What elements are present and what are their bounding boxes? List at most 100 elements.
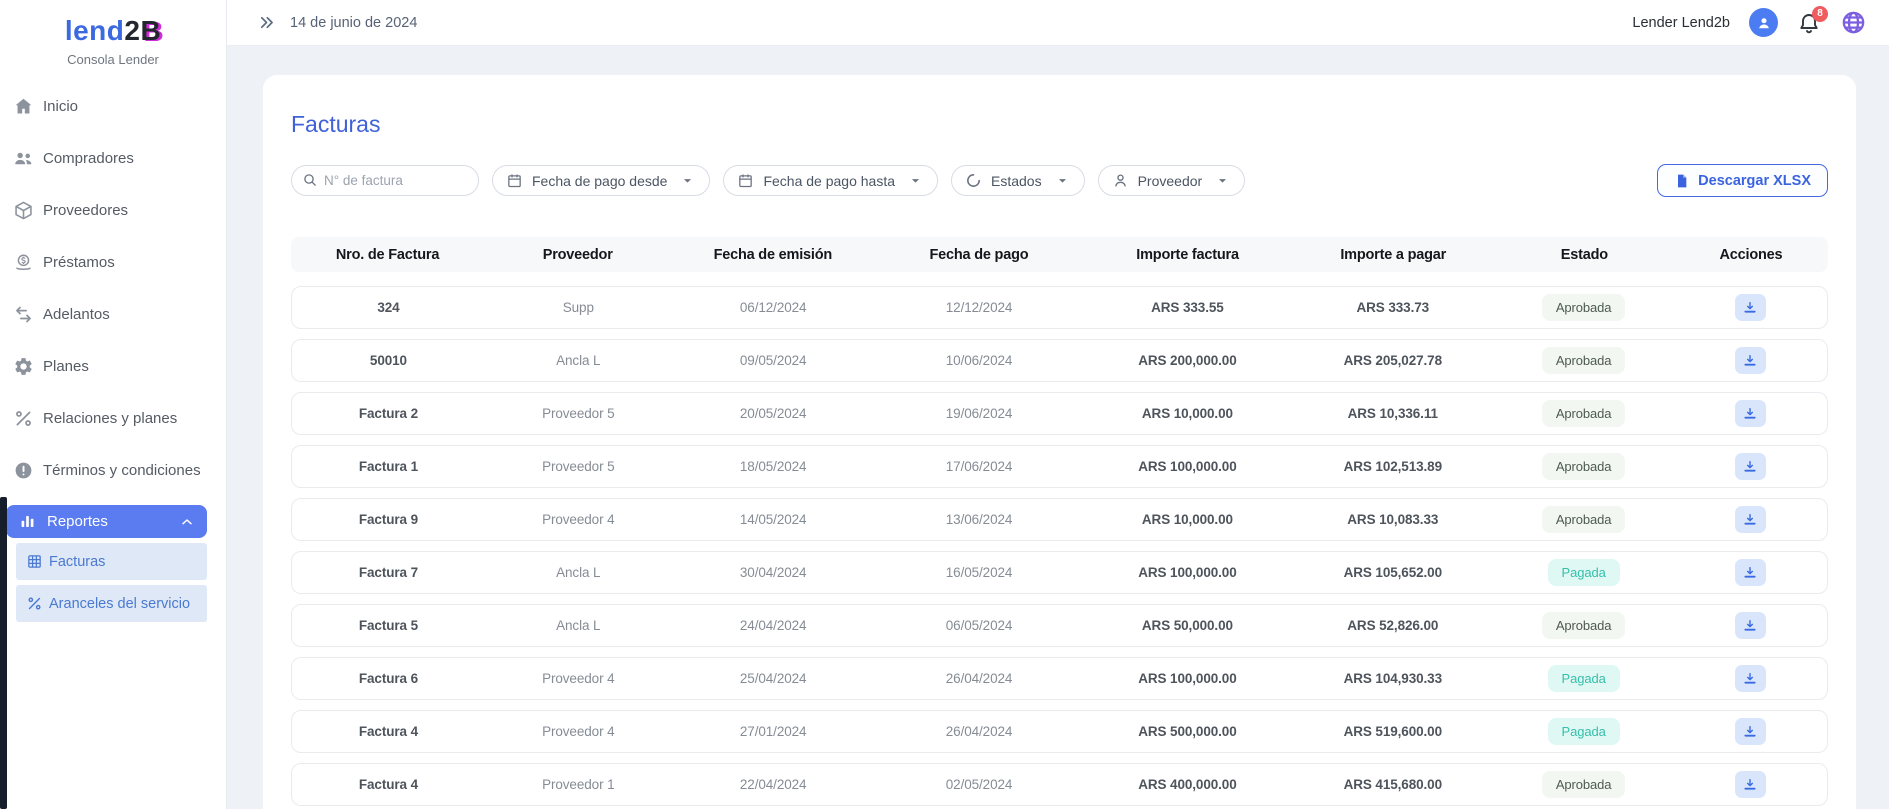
filter-fecha-de-pago-desde[interactable]: Fecha de pago desde <box>492 165 710 196</box>
sidebar-item-label: Adelantos <box>43 306 110 323</box>
cell-nro-factura: Factura 7 <box>292 565 485 580</box>
logo-part-lend: lend <box>65 15 125 46</box>
cell-nro-factura: Factura 4 <box>292 777 485 792</box>
column-header-estado: Estado <box>1495 247 1674 263</box>
download-row-button[interactable] <box>1735 347 1766 374</box>
cell-importe-pagar: ARS 102,513.89 <box>1291 459 1494 474</box>
cell-nro-factura: Factura 6 <box>292 671 485 686</box>
filter-row: Fecha de pago desde Fecha de pago hasta Es… <box>291 164 1828 197</box>
status-badge: Aprobada <box>1542 506 1626 533</box>
cube-icon <box>13 200 34 221</box>
sidebar-scrollbar[interactable] <box>0 497 7 809</box>
download-row-button[interactable] <box>1735 612 1766 639</box>
logo-part-2: 2 <box>124 15 140 46</box>
download-row-button[interactable] <box>1735 665 1766 692</box>
cell-fecha-emision: 09/05/2024 <box>672 353 875 368</box>
download-row-button[interactable] <box>1735 294 1766 321</box>
sidebar-item-label: Préstamos <box>43 254 115 271</box>
sidebar-subitem-label: Aranceles del servicio <box>49 596 190 612</box>
cell-importe-factura: ARS 100,000.00 <box>1083 671 1291 686</box>
person-icon <box>1755 14 1773 32</box>
sidebar-subitem-aranceles-del-servicio[interactable]: Aranceles del servicio <box>16 585 207 622</box>
cell-importe-factura: ARS 10,000.00 <box>1083 406 1291 421</box>
user-label: Lender Lend2b <box>1632 15 1730 31</box>
download-icon <box>1742 565 1758 581</box>
download-xlsx-label: Descargar XLSX <box>1698 173 1811 189</box>
cell-fecha-pago: 19/06/2024 <box>875 406 1084 421</box>
sidebar-item-relaciones-y-planes[interactable]: Relaciones y planes <box>0 392 226 444</box>
cell-proveedor: Proveedor 5 <box>485 459 672 474</box>
filter-proveedor[interactable]: Proveedor <box>1098 165 1246 196</box>
sidebar: lend2B Consola Lender InicioCompradoresP… <box>0 0 227 809</box>
sidebar-item-proveedores[interactable]: Proveedores <box>0 184 226 236</box>
download-icon <box>1742 300 1758 316</box>
search-icon <box>302 172 318 188</box>
cell-fecha-emision: 25/04/2024 <box>672 671 875 686</box>
cell-importe-factura: ARS 100,000.00 <box>1083 565 1291 580</box>
status-badge: Aprobada <box>1542 400 1626 427</box>
chevron-down-icon <box>907 172 924 189</box>
current-date: 14 de junio de 2024 <box>290 15 417 31</box>
cell-fecha-emision: 27/01/2024 <box>672 724 875 739</box>
cell-fecha-pago: 13/06/2024 <box>875 512 1084 527</box>
table-row: Factura 4Proveedor 427/01/202426/04/2024… <box>291 710 1828 753</box>
download-row-button[interactable] <box>1735 453 1766 480</box>
filter-label: Estados <box>991 173 1042 189</box>
cell-nro-factura: Factura 2 <box>292 406 485 421</box>
download-xlsx-button[interactable]: Descargar XLSX <box>1657 164 1828 197</box>
gear-icon <box>13 356 34 377</box>
logo-subtitle: Consola Lender <box>0 52 226 67</box>
language-globe-icon[interactable] <box>1840 9 1867 36</box>
sidebar-item-planes[interactable]: Planes <box>0 340 226 392</box>
column-header-proveedor: Proveedor <box>484 247 671 263</box>
sidebar-item-pr-stamos[interactable]: Préstamos <box>0 236 226 288</box>
cell-nro-factura: 50010 <box>292 353 485 368</box>
sidebar-item-inicio[interactable]: Inicio <box>0 80 226 132</box>
download-row-button[interactable] <box>1735 718 1766 745</box>
download-row-button[interactable] <box>1735 771 1766 798</box>
cell-fecha-pago: 26/04/2024 <box>875 724 1084 739</box>
sidebar-item-adelantos[interactable]: Adelantos <box>0 288 226 340</box>
notification-count-badge: 8 <box>1812 6 1828 22</box>
chevron-down-icon <box>679 172 696 189</box>
percent-icon <box>26 595 43 612</box>
bar-chart-icon <box>18 512 37 531</box>
filter-label: Fecha de pago desde <box>532 173 667 189</box>
filter-label: Fecha de pago hasta <box>763 173 895 189</box>
download-row-button[interactable] <box>1735 400 1766 427</box>
download-row-button[interactable] <box>1735 559 1766 586</box>
cell-fecha-emision: 24/04/2024 <box>672 618 875 633</box>
sidebar-subitem-facturas[interactable]: Facturas <box>16 543 207 580</box>
cell-proveedor: Ancla L <box>485 565 672 580</box>
double-chevron-icon[interactable] <box>257 13 276 32</box>
filter-estados[interactable]: Estados <box>951 165 1085 196</box>
calendar-icon <box>737 172 754 189</box>
sidebar-subitem-label: Facturas <box>49 554 105 570</box>
filter-fecha-de-pago-hasta[interactable]: Fecha de pago hasta <box>723 165 938 196</box>
notifications-button[interactable]: 8 <box>1797 11 1821 35</box>
cell-fecha-pago: 16/05/2024 <box>875 565 1084 580</box>
top-bar: 14 de junio de 2024 Lender Lend2b 8 <box>227 0 1889 46</box>
sidebar-item-t-rminos-y-condiciones[interactable]: Términos y condiciones <box>0 444 226 496</box>
sidebar-nav: Inicio Compradores Proveedores Préstamos Ade… <box>0 80 226 496</box>
cell-importe-pagar: ARS 415,680.00 <box>1291 777 1494 792</box>
cell-importe-pagar: ARS 519,600.00 <box>1291 724 1494 739</box>
sidebar-item-label: Reportes <box>47 513 108 530</box>
table-row: 50010Ancla L09/05/202410/06/2024ARS 200,… <box>291 339 1828 382</box>
download-icon <box>1742 777 1758 793</box>
sidebar-item-compradores[interactable]: Compradores <box>0 132 226 184</box>
search-input[interactable] <box>291 165 479 196</box>
avatar[interactable] <box>1749 8 1778 37</box>
column-header-importe-a-pagar: Importe a pagar <box>1292 247 1495 263</box>
table-row: Factura 4Proveedor 122/04/202402/05/2024… <box>291 763 1828 806</box>
download-row-button[interactable] <box>1735 506 1766 533</box>
people-icon <box>13 148 34 169</box>
sidebar-item-reportes[interactable]: Reportes <box>6 505 207 538</box>
download-icon <box>1742 618 1758 634</box>
table-header: Nro. de FacturaProveedorFecha de emisión… <box>291 237 1828 272</box>
sidebar-item-label: Compradores <box>43 150 134 167</box>
table-row: 324Supp06/12/202412/12/2024ARS 333.55ARS… <box>291 286 1828 329</box>
cell-nro-factura: Factura 5 <box>292 618 485 633</box>
cell-proveedor: Proveedor 1 <box>485 777 672 792</box>
download-icon <box>1742 512 1758 528</box>
